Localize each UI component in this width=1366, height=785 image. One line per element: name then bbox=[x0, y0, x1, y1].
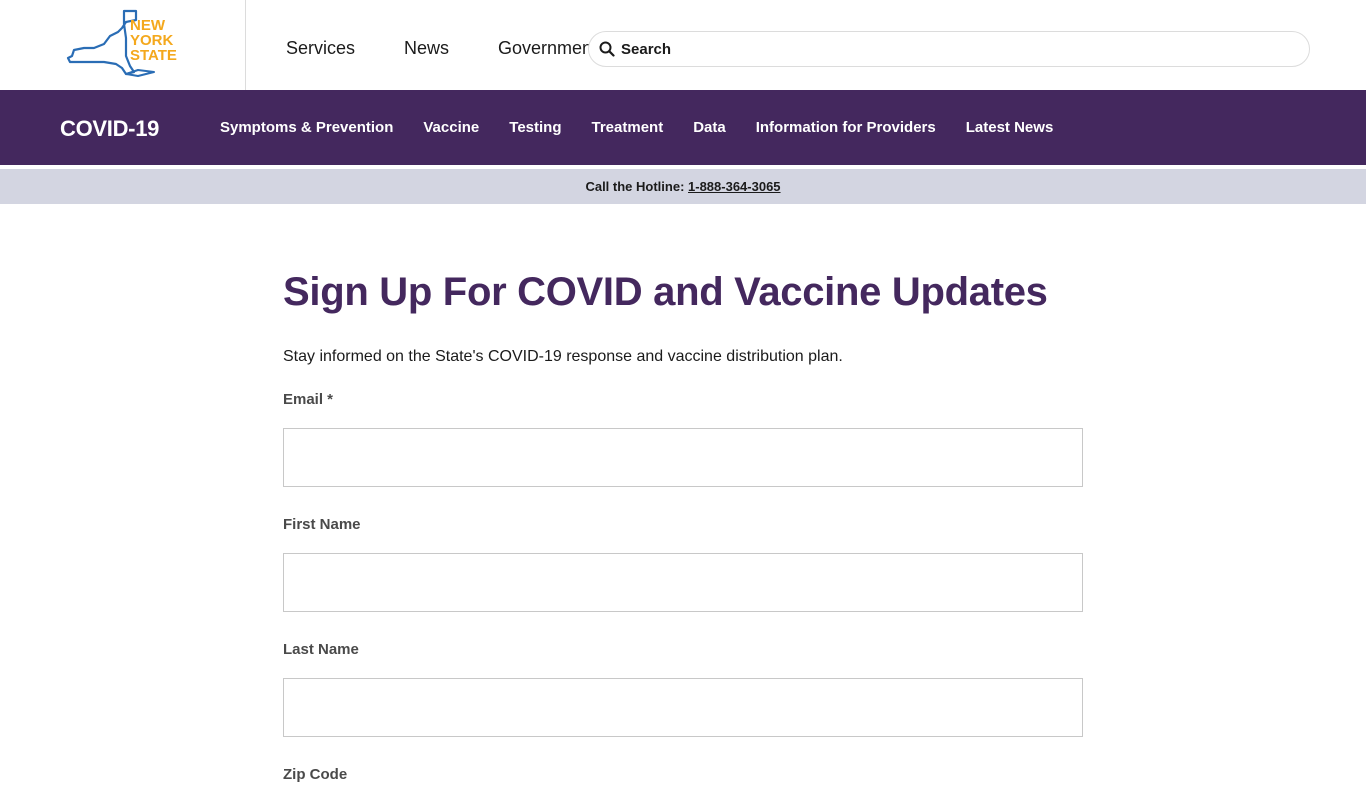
email-field[interactable] bbox=[283, 428, 1083, 487]
hotline-bar: Call the Hotline: 1-888-364-3065 bbox=[0, 169, 1366, 204]
covid-nav-symptoms-prevention[interactable]: Symptoms & Prevention bbox=[220, 118, 393, 138]
email-label: Email * bbox=[283, 391, 334, 408]
page-title: Sign Up For COVID and Vaccine Updates bbox=[283, 270, 1048, 314]
global-nav: Services News Government bbox=[286, 36, 590, 60]
new-york-state-logo-icon: NEW YORK STATE bbox=[66, 9, 177, 77]
intro-text: Stay informed on the State's COVID-19 re… bbox=[283, 348, 843, 365]
hotline-label: Call the Hotline: bbox=[585, 179, 689, 194]
first-name-field[interactable] bbox=[283, 553, 1083, 612]
svg-text:STATE: STATE bbox=[130, 47, 177, 64]
covid-nav-bar: COVID-19 Symptoms & Prevention Vaccine T… bbox=[0, 90, 1366, 165]
nav-government[interactable]: Government bbox=[498, 36, 590, 60]
covid-nav-information-for-providers[interactable]: Information for Providers bbox=[756, 118, 936, 138]
covid-nav-latest-news[interactable]: Latest News bbox=[966, 118, 1054, 138]
nav-services[interactable]: Services bbox=[286, 36, 404, 60]
covid-nav-testing[interactable]: Testing bbox=[509, 118, 561, 138]
header-divider bbox=[245, 0, 246, 90]
search-icon[interactable] bbox=[599, 41, 615, 57]
covid-nav-treatment[interactable]: Treatment bbox=[592, 118, 664, 138]
covid-home-link[interactable]: COVID-19 bbox=[60, 116, 159, 142]
covid-nav-data[interactable]: Data bbox=[693, 118, 726, 138]
top-header: NEW YORK STATE Services News Government bbox=[0, 0, 1366, 90]
signup-form: Sign Up For COVID and Vaccine Updates St… bbox=[283, 204, 1083, 785]
nys-logo[interactable]: NEW YORK STATE bbox=[64, 8, 182, 80]
hotline-phone-link[interactable]: 1-888-364-3065 bbox=[688, 179, 781, 194]
search-box[interactable] bbox=[588, 31, 1310, 67]
zip-code-label: Zip Code bbox=[283, 766, 348, 783]
search-input[interactable] bbox=[621, 34, 1281, 64]
covid-nav: Symptoms & Prevention Vaccine Testing Tr… bbox=[220, 118, 1083, 138]
covid-nav-vaccine[interactable]: Vaccine bbox=[423, 118, 479, 138]
first-name-label: First Name bbox=[283, 516, 361, 533]
nav-news[interactable]: News bbox=[404, 36, 498, 60]
last-name-label: Last Name bbox=[283, 641, 359, 658]
last-name-field[interactable] bbox=[283, 678, 1083, 737]
